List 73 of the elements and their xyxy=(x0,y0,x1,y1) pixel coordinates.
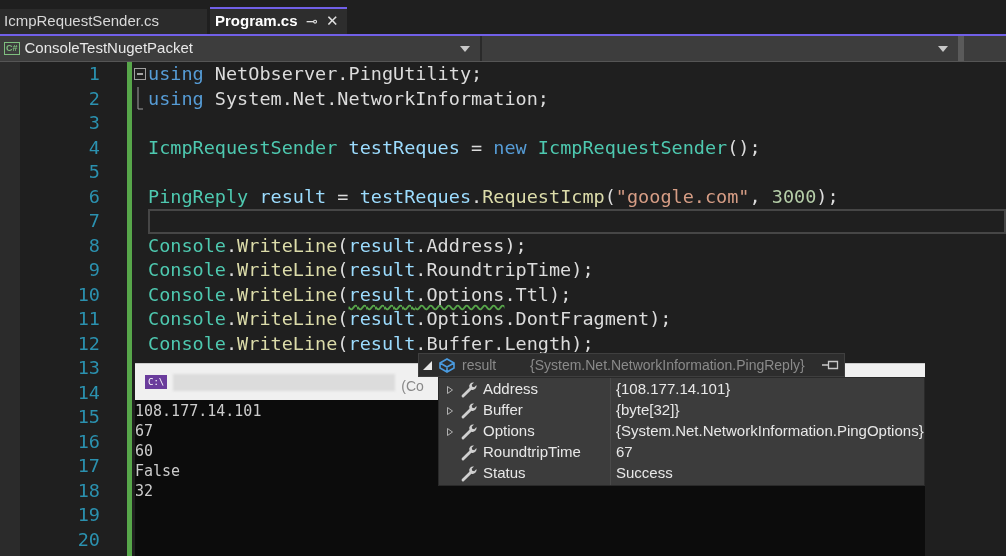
code-line: IcmpRequestSender testReques = new IcmpRequestSender(); xyxy=(148,135,762,160)
wrench-icon xyxy=(460,380,478,399)
member-value: {108.177.14.101} xyxy=(616,379,731,400)
line-number: 19 xyxy=(76,503,100,527)
code-line: Console.WriteLine(result.RoundtripTime); xyxy=(148,258,595,282)
editor-tab[interactable]: IcmpRequestSender.cs xyxy=(0,9,207,34)
line-number: 15 xyxy=(76,405,100,429)
data-tip-row[interactable]: RoundtripTime 67 xyxy=(439,442,924,463)
expand-arrow-icon[interactable] xyxy=(446,385,453,394)
member-value: {System.Net.NetworkInformation.PingOptions} xyxy=(616,421,924,442)
member-value: 67 xyxy=(616,442,633,463)
line-number: 14 xyxy=(76,380,100,405)
line-number: 4 xyxy=(87,135,100,160)
line-number: 9 xyxy=(87,258,100,282)
line-number: 2 xyxy=(87,86,100,111)
line-number: 20 xyxy=(76,527,100,552)
console-output-line: 32 xyxy=(135,481,154,501)
line-number: 18 xyxy=(76,478,100,503)
line-number: 17 xyxy=(76,454,100,478)
code-line: using NetObserver.PingUtility; xyxy=(148,62,484,86)
member-name: Options xyxy=(483,420,611,443)
close-icon[interactable]: ✕ xyxy=(325,10,339,33)
wrench-icon xyxy=(460,422,478,441)
member-value: {byte[32]} xyxy=(616,400,680,421)
line-number: 8 xyxy=(87,233,100,258)
code-line: Console.WriteLine(result.Options.DontFragment); xyxy=(148,307,673,331)
dropdown-caret-icon xyxy=(938,45,948,52)
pin-icon[interactable] xyxy=(822,359,840,371)
console-title: (Co xyxy=(401,378,424,394)
variable-name: result xyxy=(462,355,498,375)
line-number: 10 xyxy=(76,282,100,307)
code-line: Console.WriteLine(result.Options.Ttl); xyxy=(148,282,573,307)
csharp-project-icon: C# xyxy=(4,42,20,55)
console-output-line: 67 xyxy=(135,421,154,441)
console-icon: C:\ xyxy=(145,375,168,389)
code-line: using System.Net.NetworkInformation; xyxy=(148,86,550,111)
line-number: 11 xyxy=(76,307,100,331)
line-number: 5 xyxy=(87,160,100,184)
line-number: 16 xyxy=(76,429,100,454)
expand-arrow-icon[interactable] xyxy=(446,406,453,415)
editor-tab[interactable]: Program.cs ⊸ ✕ xyxy=(210,7,347,34)
line-number: 13 xyxy=(76,356,100,380)
pin-icon[interactable]: ⊸ xyxy=(305,11,318,32)
line-number: 12 xyxy=(76,331,100,356)
member-name: RoundtripTime xyxy=(483,441,611,464)
dropdown-caret-icon xyxy=(460,45,470,52)
data-tip-row[interactable]: Status Success xyxy=(439,463,924,484)
code-line: PingReply result = testReques.RequestIcmp("google.com", 3000); xyxy=(148,184,840,209)
line-number: 7 xyxy=(87,209,100,233)
member-name: Status xyxy=(483,462,611,485)
code-line: Console.WriteLine(result.Address); xyxy=(148,233,528,258)
member-name: Buffer xyxy=(483,399,611,422)
console-output-line: 108.177.14.101 xyxy=(135,401,262,421)
cube-icon xyxy=(438,357,456,373)
project-name: ConsoleTestNugetPacket xyxy=(24,38,194,59)
code-line: Console.WriteLine(result.Buffer.Length); xyxy=(148,331,595,356)
expand-arrow-icon[interactable] xyxy=(446,427,453,436)
data-tip-row[interactable]: Address {108.177.14.101} xyxy=(439,379,924,400)
line-number: 6 xyxy=(87,184,100,209)
member-name: Address xyxy=(483,378,611,401)
member-value: Success xyxy=(616,463,673,484)
wrench-icon xyxy=(460,401,478,420)
expand-triangle-icon[interactable] xyxy=(423,360,432,370)
variable-value: {System.Net.NetworkInformation.PingReply} xyxy=(530,355,806,375)
collapse-icon[interactable] xyxy=(134,68,146,81)
wrench-icon xyxy=(460,464,478,483)
line-number: 3 xyxy=(87,111,100,135)
wrench-icon xyxy=(460,443,478,462)
data-tip-row[interactable]: Buffer {byte[32]} xyxy=(439,400,924,421)
line-number: 1 xyxy=(87,62,100,86)
console-output-line: 60 xyxy=(135,441,154,461)
console-output-line: False xyxy=(135,461,181,481)
data-tip-row[interactable]: Options {System.Net.NetworkInformation.PingOptions} xyxy=(439,421,924,442)
